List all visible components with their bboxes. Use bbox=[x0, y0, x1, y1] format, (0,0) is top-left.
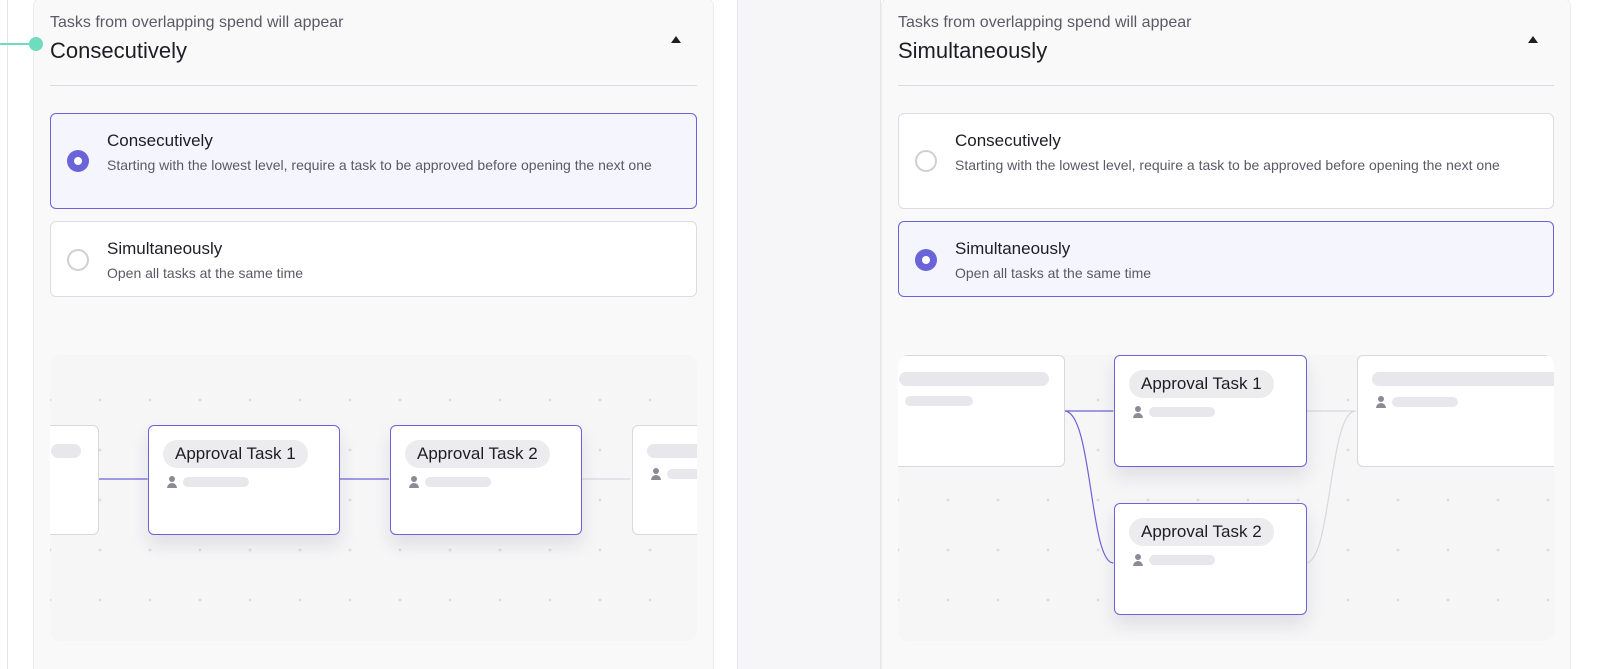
assignee-placeholder bbox=[425, 477, 491, 487]
left-panel: Tasks from overlapping spend will appear… bbox=[8, 0, 738, 669]
dropdown-value: Simultaneously bbox=[898, 38, 1048, 63]
option-simultaneously[interactable]: Simultaneously Open all tasks at the sam… bbox=[50, 221, 697, 297]
radio-consecutively[interactable] bbox=[67, 150, 89, 172]
settings-card-simultaneous: Tasks from overlapping spend will appear… bbox=[881, 0, 1571, 669]
placeholder-bar bbox=[1372, 372, 1554, 386]
flow-node-next bbox=[1357, 355, 1554, 467]
chevron-up-icon[interactable] bbox=[1528, 36, 1538, 43]
annotation-connector-dot bbox=[29, 37, 43, 51]
person-icon bbox=[651, 468, 661, 480]
task-label: Approval Task 2 bbox=[405, 440, 550, 468]
placeholder-bar bbox=[647, 444, 697, 458]
placeholder-bar bbox=[51, 444, 81, 458]
radio-simultaneously[interactable] bbox=[67, 249, 89, 271]
page-edge bbox=[0, 0, 8, 669]
dropdown-value: Consecutively bbox=[50, 38, 187, 63]
person-icon bbox=[1133, 406, 1143, 418]
dropdown-label: Tasks from overlapping spend will appear bbox=[898, 14, 1192, 31]
dropdown-label: Tasks from overlapping spend will appear bbox=[50, 14, 344, 31]
option-description: Open all tasks at the same time bbox=[107, 265, 304, 281]
assignee-placeholder bbox=[1149, 555, 1215, 565]
placeholder-bar bbox=[899, 372, 1049, 386]
task-label: Approval Task 2 bbox=[1129, 518, 1274, 546]
flow-node-previous bbox=[898, 355, 1065, 467]
flow-node-approval-task-2[interactable]: Approval Task 2 bbox=[1114, 503, 1307, 615]
option-simultaneously[interactable]: Simultaneously Open all tasks at the sam… bbox=[898, 221, 1554, 297]
assignee-placeholder bbox=[183, 477, 249, 487]
radio-simultaneously[interactable] bbox=[915, 249, 937, 271]
panel-gutter bbox=[738, 0, 880, 669]
annotation-connector-line bbox=[0, 43, 30, 45]
person-icon bbox=[167, 476, 177, 488]
option-title: Simultaneously bbox=[107, 239, 223, 258]
option-description: Open all tasks at the same time bbox=[955, 265, 1152, 281]
flow-node-next bbox=[632, 425, 697, 535]
assignee-placeholder bbox=[1149, 407, 1215, 417]
order-dropdown[interactable]: Tasks from overlapping spend will appear… bbox=[898, 14, 1554, 86]
order-dropdown[interactable]: Tasks from overlapping spend will appear… bbox=[50, 14, 697, 86]
option-title: Consecutively bbox=[955, 131, 1061, 150]
task-label: Approval Task 1 bbox=[1129, 370, 1274, 398]
option-description: Starting with the lowest level, require … bbox=[955, 157, 1500, 173]
flow-node-approval-task-2[interactable]: Approval Task 2 bbox=[390, 425, 582, 535]
radio-consecutively[interactable] bbox=[915, 150, 937, 172]
flow-preview-consecutive: Approval Task 1 Approval Task 2 bbox=[50, 355, 697, 641]
option-title: Simultaneously bbox=[955, 239, 1071, 258]
assignee-placeholder bbox=[905, 396, 973, 406]
option-title: Consecutively bbox=[107, 131, 213, 150]
option-description: Starting with the lowest level, require … bbox=[107, 157, 652, 173]
flow-node-approval-task-1[interactable]: Approval Task 1 bbox=[1114, 355, 1307, 467]
task-label: Approval Task 1 bbox=[163, 440, 308, 468]
person-icon bbox=[1133, 554, 1143, 566]
flow-node-previous bbox=[50, 425, 99, 535]
option-consecutively[interactable]: Consecutively Starting with the lowest l… bbox=[50, 113, 697, 209]
chevron-up-icon[interactable] bbox=[671, 36, 681, 43]
settings-card-consecutive: Tasks from overlapping spend will appear… bbox=[33, 0, 714, 669]
person-icon bbox=[1376, 396, 1386, 408]
flow-node-approval-task-1[interactable]: Approval Task 1 bbox=[148, 425, 340, 535]
assignee-placeholder bbox=[667, 469, 697, 479]
option-consecutively[interactable]: Consecutively Starting with the lowest l… bbox=[898, 113, 1554, 209]
assignee-placeholder bbox=[1392, 397, 1458, 407]
person-icon bbox=[409, 476, 419, 488]
right-panel: Tasks from overlapping spend will appear… bbox=[880, 0, 1600, 669]
flow-preview-simultaneous: Approval Task 1 Approval Task 2 bbox=[898, 355, 1554, 641]
